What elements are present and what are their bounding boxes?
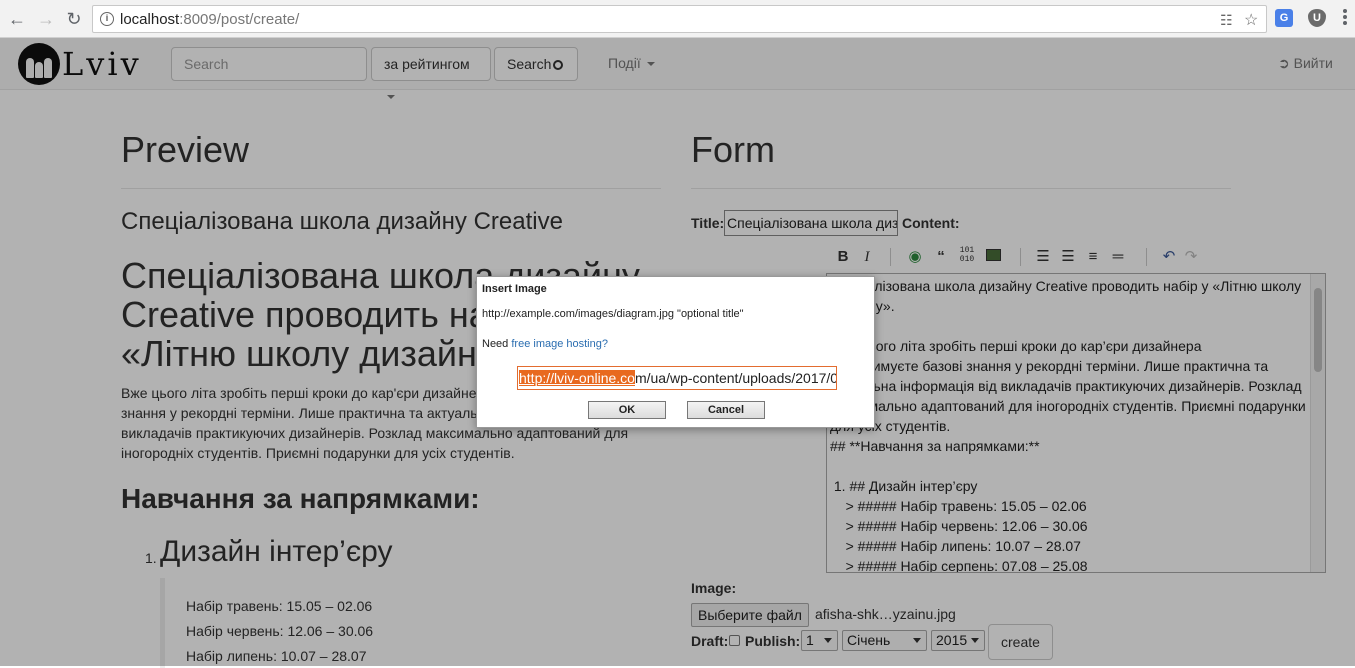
back-icon[interactable]: ← xyxy=(6,8,28,30)
forward-icon[interactable]: → xyxy=(35,8,57,30)
dialog-title: Insert Image xyxy=(482,283,547,295)
ublock-shield-icon[interactable]: U xyxy=(1308,9,1326,27)
need-text: Need xyxy=(482,338,512,350)
bookmark-star-icon[interactable]: ☆ xyxy=(1244,10,1258,30)
url-rest: m/ua/wp-content/uploads/2017/0 xyxy=(634,370,837,386)
reload-icon[interactable]: ↻ xyxy=(63,8,85,30)
browser-menu-icon[interactable] xyxy=(1343,9,1347,27)
site-info-icon[interactable]: i xyxy=(100,12,114,26)
url-text: localhost:8009/post/create/ xyxy=(120,11,300,28)
google-translate-extension-icon[interactable]: G xyxy=(1275,9,1293,27)
address-bar[interactable]: i localhost:8009/post/create/ ☷ ☆ xyxy=(92,5,1267,33)
image-url-input[interactable]: http://lviv-online.com/ua/wp-content/upl… xyxy=(517,366,837,390)
dialog-hint: http://example.com/images/diagram.jpg "o… xyxy=(482,308,744,320)
translate-icon[interactable]: ☷ xyxy=(1220,12,1233,29)
cancel-button[interactable]: Cancel xyxy=(687,401,765,419)
insert-image-dialog: Insert Image http://example.com/images/d… xyxy=(476,276,875,428)
ok-button[interactable]: OK xyxy=(588,401,666,419)
free-image-hosting-link[interactable]: free image hosting? xyxy=(511,338,608,350)
browser-toolbar: ← → ↻ i localhost:8009/post/create/ ☷ ☆ … xyxy=(0,0,1355,38)
dialog-need-text: Need free image hosting? xyxy=(482,338,608,350)
url-highlighted: http://lviv-online.co xyxy=(519,370,635,386)
